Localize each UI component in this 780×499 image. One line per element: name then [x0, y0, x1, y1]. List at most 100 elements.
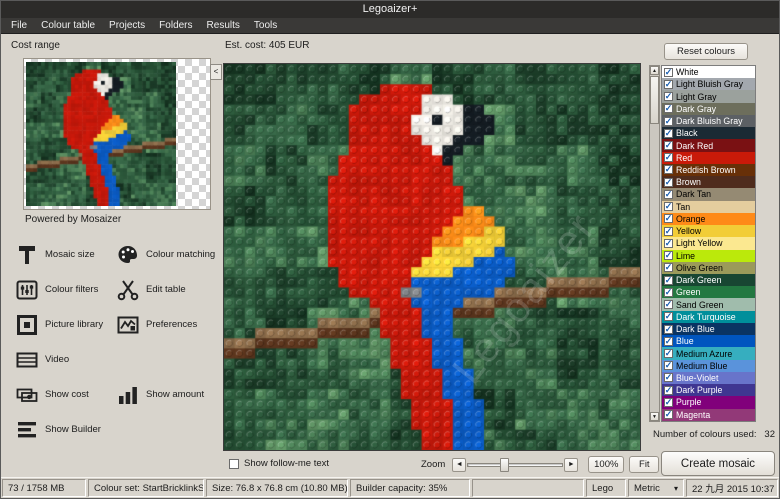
colour-checkbox[interactable]: ✓ — [664, 227, 673, 236]
create-mosaic-button[interactable]: Create mosaic — [661, 451, 775, 476]
colour-checkbox[interactable]: ✓ — [664, 129, 673, 138]
tool-edit-table-button[interactable]: Edit table — [116, 272, 217, 307]
colour-row-dark-gray[interactable]: ✓Dark Gray — [662, 103, 755, 115]
colour-row-black[interactable]: ✓Black — [662, 127, 755, 139]
colour-row-reddish-brown[interactable]: ✓Reddish Brown — [662, 164, 755, 176]
zoom-fit-button[interactable]: Fit — [629, 456, 659, 473]
colour-row-sand-green[interactable]: ✓Sand Green — [662, 298, 755, 310]
status-lego[interactable]: Lego — [586, 479, 626, 497]
colour-row-medium-blue[interactable]: ✓Medium Blue — [662, 360, 755, 372]
colour-name: White — [676, 67, 699, 77]
colour-list-scrollbar[interactable]: ▲ ▼ — [649, 65, 660, 422]
tool-show-builder-button[interactable]: Show Builder — [15, 412, 116, 447]
colour-row-dark-green[interactable]: ✓Dark Green — [662, 274, 755, 286]
status-metric[interactable]: Metric▾ — [628, 479, 684, 497]
colour-checkbox[interactable]: ✓ — [664, 141, 673, 150]
colour-row-tan[interactable]: ✓Tan — [662, 201, 755, 213]
colour-row-dark-purple[interactable]: ✓Dark Purple — [662, 384, 755, 396]
colour-checkbox[interactable]: ✓ — [664, 214, 673, 223]
colour-checkbox[interactable]: ✓ — [664, 288, 673, 297]
colour-checkbox[interactable]: ✓ — [664, 349, 673, 358]
colour-row-dark-tan[interactable]: ✓Dark Tan — [662, 188, 755, 200]
colour-row-dark-turquoise[interactable]: ✓Dark Turquoise — [662, 311, 755, 323]
tool-show-amount-button[interactable]: Show amount — [116, 377, 217, 412]
show-amount-icon — [116, 383, 140, 407]
colour-checkbox[interactable]: ✓ — [664, 300, 673, 309]
colour-row-dark-red[interactable]: ✓Dark Red — [662, 139, 755, 151]
mosaic-viewport[interactable]: Legoaizer — [223, 63, 641, 451]
colour-name: Orange — [676, 214, 705, 224]
status-text: Colour set: StartBricklinkSet — [94, 483, 204, 494]
colour-checkbox[interactable]: ✓ — [664, 80, 673, 89]
colour-checkbox[interactable]: ✓ — [664, 410, 673, 419]
menu-item-colour-table[interactable]: Colour table — [34, 18, 102, 34]
title-bar[interactable]: Legoaizer+ — [1, 1, 779, 18]
colour-row-orange[interactable]: ✓Orange — [662, 213, 755, 225]
colour-row-light-yellow[interactable]: ✓Light Yellow — [662, 237, 755, 249]
colour-row-lime[interactable]: ✓Lime — [662, 250, 755, 262]
mosaic-render[interactable] — [224, 64, 640, 450]
menu-item-projects[interactable]: Projects — [102, 18, 152, 34]
tool-preferences-button[interactable]: Preferences — [116, 307, 217, 342]
colour-row-light-bluish-gray[interactable]: ✓Light Bluish Gray — [662, 78, 755, 90]
menu-item-results[interactable]: Results — [200, 18, 247, 34]
colour-checkbox[interactable]: ✓ — [664, 104, 673, 113]
zoom-slider[interactable] — [467, 458, 563, 472]
colour-row-green[interactable]: ✓Green — [662, 286, 755, 298]
colour-checkbox[interactable]: ✓ — [664, 386, 673, 395]
colour-row-blue[interactable]: ✓Blue — [662, 335, 755, 347]
colour-checkbox[interactable]: ✓ — [664, 190, 673, 199]
colour-row-white[interactable]: ✓White — [662, 66, 755, 78]
colour-row-brown[interactable]: ✓Brown — [662, 176, 755, 188]
colour-row-dark-blue[interactable]: ✓Dark Blue — [662, 323, 755, 335]
colour-checkbox[interactable]: ✓ — [664, 251, 673, 260]
colour-checkbox[interactable]: ✓ — [664, 68, 673, 77]
tool-video-button[interactable]: Video — [15, 342, 116, 377]
colour-checkbox[interactable]: ✓ — [664, 178, 673, 187]
colour-checkbox[interactable]: ✓ — [664, 92, 673, 101]
colour-row-purple[interactable]: ✓Purple — [662, 396, 755, 408]
colour-checkbox[interactable]: ✓ — [664, 153, 673, 162]
menu-item-folders[interactable]: Folders — [152, 18, 199, 34]
reset-colours-button[interactable]: Reset colours — [664, 43, 748, 60]
colour-checkbox[interactable]: ✓ — [664, 239, 673, 248]
colour-row-dark-bluish-gray[interactable]: ✓Dark Bluish Gray — [662, 115, 755, 127]
colour-checkbox[interactable]: ✓ — [664, 325, 673, 334]
colour-row-light-gray[interactable]: ✓Light Gray — [662, 90, 755, 102]
powered-by-label: Powered by Mosaizer — [25, 214, 121, 225]
colour-checkbox[interactable]: ✓ — [664, 361, 673, 370]
tool-colour-matching-button[interactable]: Colour matching — [116, 237, 217, 272]
colour-checkbox[interactable]: ✓ — [664, 202, 673, 211]
zoom-decrease-arrow-icon[interactable]: ◄ — [452, 458, 466, 472]
tool-mosaic-size-button[interactable]: Mosaic size — [15, 237, 116, 272]
colour-checkbox[interactable]: ✓ — [664, 312, 673, 321]
colour-row-yellow[interactable]: ✓Yellow — [662, 225, 755, 237]
zoom-100-button[interactable]: 100% — [588, 456, 624, 473]
colour-checkbox[interactable]: ✓ — [664, 373, 673, 382]
colour-checkbox[interactable]: ✓ — [664, 165, 673, 174]
colour-checkbox[interactable]: ✓ — [664, 117, 673, 126]
zoom-slider-thumb[interactable] — [500, 458, 509, 472]
follow-me-checkbox[interactable] — [229, 459, 239, 469]
tool-colour-filters-button[interactable]: Colour filters — [15, 272, 116, 307]
colour-matching-icon — [116, 243, 140, 267]
tool-show-cost-button[interactable]: Show cost — [15, 377, 116, 412]
colour-checkbox[interactable]: ✓ — [664, 337, 673, 346]
colour-row-magenta[interactable]: ✓Magenta — [662, 409, 755, 421]
colour-checkbox[interactable]: ✓ — [664, 398, 673, 407]
colour-row-blue-violet[interactable]: ✓Blue-Violet — [662, 372, 755, 384]
tool-picture-library-button[interactable]: Picture library — [15, 307, 116, 342]
colour-checkbox[interactable]: ✓ — [664, 276, 673, 285]
colour-row-medium-azure[interactable]: ✓Medium Azure — [662, 347, 755, 359]
scroll-up-arrow-icon[interactable]: ▲ — [650, 66, 659, 75]
collapse-panel-button[interactable]: < — [210, 64, 222, 80]
scroll-down-arrow-icon[interactable]: ▼ — [650, 412, 659, 421]
menu-item-file[interactable]: File — [4, 18, 34, 34]
zoom-increase-arrow-icon[interactable]: ► — [564, 458, 578, 472]
colour-checkbox[interactable]: ✓ — [664, 263, 673, 272]
menu-item-tools[interactable]: Tools — [247, 18, 284, 34]
colour-row-olive-green[interactable]: ✓Olive Green — [662, 262, 755, 274]
colour-row-red[interactable]: ✓Red — [662, 152, 755, 164]
scrollbar-thumb[interactable] — [650, 76, 659, 124]
colour-name: Green — [676, 287, 700, 297]
